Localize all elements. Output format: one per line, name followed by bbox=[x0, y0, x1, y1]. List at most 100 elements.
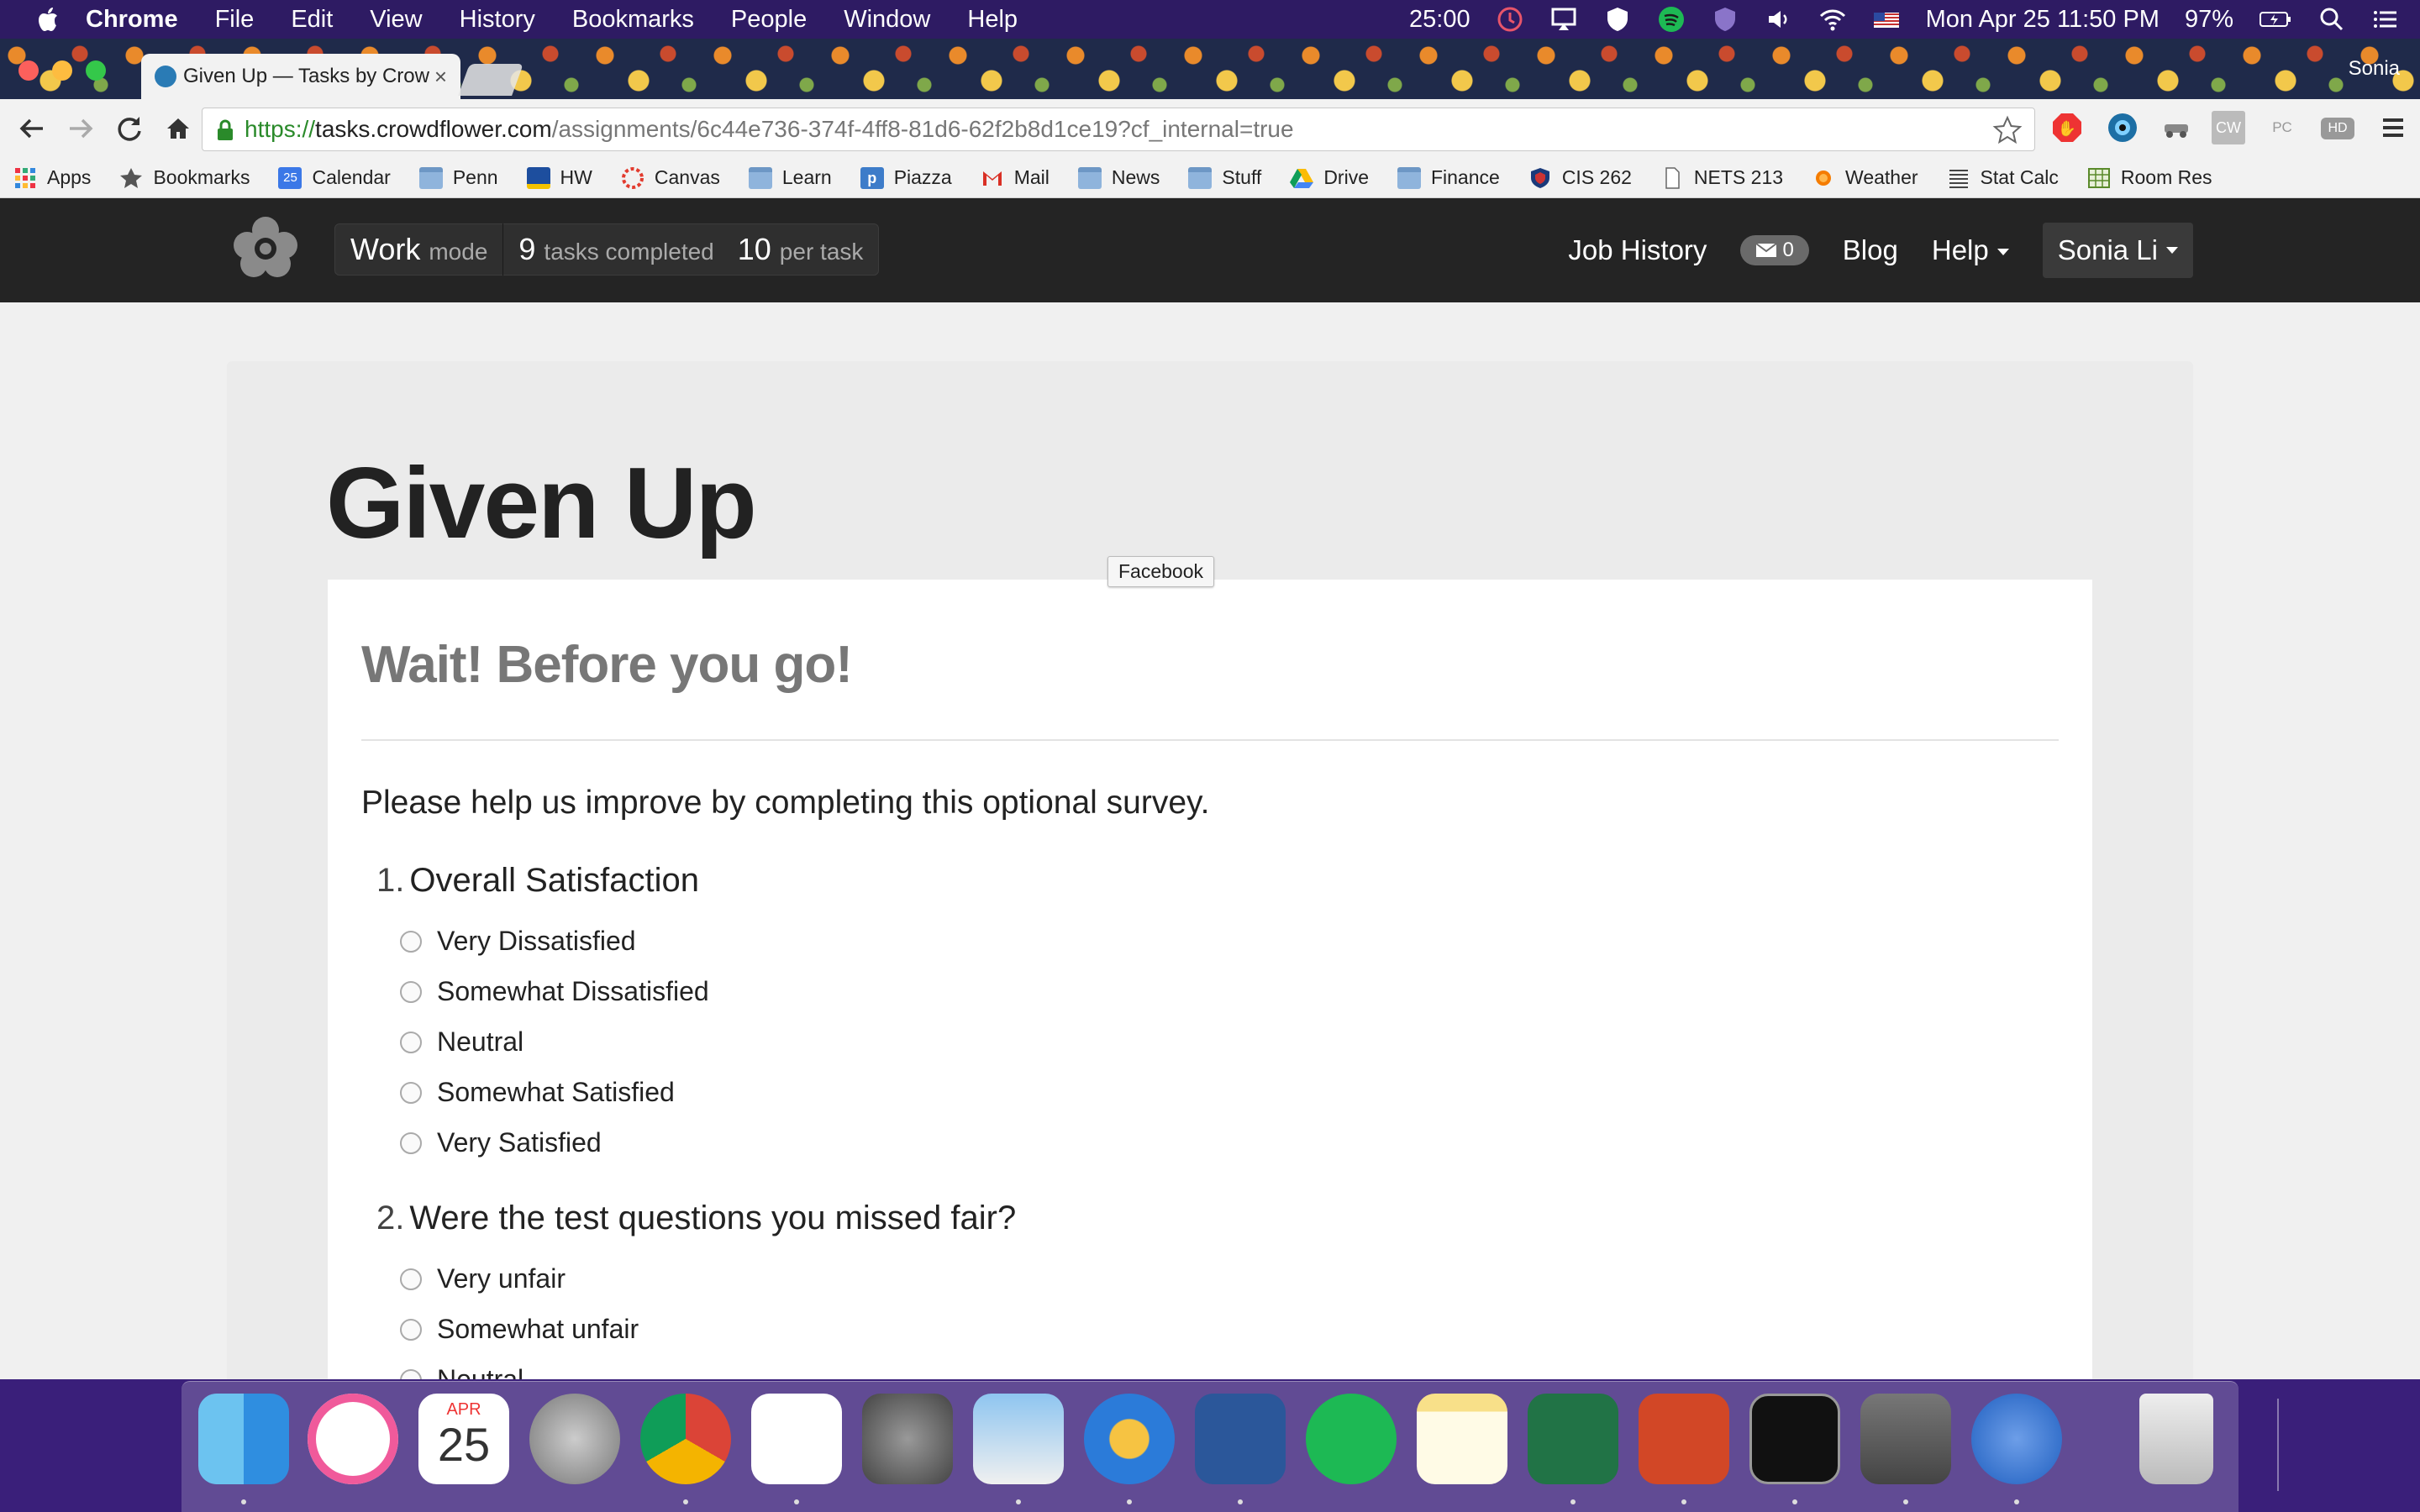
bookmark-folder-finance[interactable]: Finance bbox=[1397, 166, 1500, 189]
r-icon[interactable] bbox=[1971, 1394, 2062, 1484]
bookmark-folder-stuff[interactable]: Stuff bbox=[1188, 166, 1261, 189]
window-close-button[interactable] bbox=[18, 60, 39, 81]
q2-option-very-unfair[interactable]: Very unfair bbox=[400, 1263, 566, 1294]
excel-icon[interactable] bbox=[1528, 1394, 1618, 1484]
menu-bookmarks[interactable]: Bookmarks bbox=[572, 6, 694, 34]
bookmark-nets213[interactable]: NETS 213 bbox=[1660, 166, 1783, 189]
bookmark-folder-learn[interactable]: Learn bbox=[748, 166, 832, 189]
q2-option-neutral[interactable]: Neutral bbox=[400, 1364, 523, 1379]
tab-given-up[interactable]: Given Up — Tasks by Crow × bbox=[141, 54, 460, 99]
preview-icon[interactable] bbox=[973, 1394, 1064, 1484]
bookmark-drive[interactable]: Drive bbox=[1290, 166, 1369, 189]
trash-icon[interactable] bbox=[2139, 1394, 2213, 1484]
menu-history[interactable]: History bbox=[460, 6, 535, 34]
radio-button[interactable] bbox=[400, 1268, 422, 1290]
pc-icon[interactable]: PC bbox=[2265, 111, 2299, 144]
help-menu[interactable]: Help bbox=[1932, 234, 2009, 266]
radio-button[interactable] bbox=[400, 1318, 422, 1341]
window-minimize-button[interactable] bbox=[52, 60, 72, 81]
pomodoro-timer[interactable]: 25:00 bbox=[1409, 6, 1470, 34]
q1-option-neutral[interactable]: Neutral bbox=[400, 1026, 523, 1058]
bookmark-roomres[interactable]: Room Res bbox=[2087, 166, 2212, 189]
spotlight-search-icon[interactable] bbox=[2317, 5, 2346, 34]
messages-badge[interactable]: 0 bbox=[1740, 235, 1809, 265]
radio-button[interactable] bbox=[400, 1368, 422, 1379]
volume-icon[interactable] bbox=[1765, 5, 1793, 34]
calendar-icon[interactable]: APR 25 bbox=[418, 1394, 509, 1484]
radio-button[interactable] bbox=[400, 980, 422, 1003]
finder-icon[interactable] bbox=[198, 1394, 289, 1484]
bookmark-cis262[interactable]: CIS 262 bbox=[1528, 166, 1632, 189]
us-flag-icon[interactable] bbox=[1872, 5, 1901, 34]
blog-link[interactable]: Blog bbox=[1843, 234, 1898, 266]
wifi-icon[interactable] bbox=[1818, 5, 1847, 34]
bookmark-piazza[interactable]: p Piazza bbox=[860, 166, 952, 189]
pages-pen-icon[interactable] bbox=[1084, 1394, 1175, 1484]
system-preferences-icon[interactable] bbox=[862, 1394, 953, 1484]
bookmark-calendar[interactable]: 25 Calendar bbox=[278, 166, 391, 189]
crowdflower-logo-icon[interactable] bbox=[227, 213, 304, 281]
hd-icon[interactable]: HD bbox=[2321, 118, 2354, 139]
q2-option-somewhat-unfair[interactable]: Somewhat unfair bbox=[400, 1314, 639, 1345]
chrome-icon[interactable] bbox=[640, 1394, 731, 1484]
radio-button[interactable] bbox=[400, 1031, 422, 1053]
bookmark-folder-penn[interactable]: Penn bbox=[418, 166, 498, 189]
back-icon[interactable] bbox=[15, 112, 49, 145]
eye-icon[interactable] bbox=[2106, 111, 2139, 144]
q1-option-very-satisfied[interactable]: Very Satisfied bbox=[400, 1127, 602, 1158]
bookmark-mail[interactable]: Mail bbox=[981, 166, 1050, 189]
forward-icon[interactable] bbox=[64, 112, 97, 145]
powerpoint-icon[interactable] bbox=[1639, 1394, 1729, 1484]
menu-window[interactable]: Window bbox=[844, 6, 930, 34]
bookmark-statcalc[interactable]: Stat Calc bbox=[1947, 166, 2059, 189]
bookmark-folder-news[interactable]: News bbox=[1077, 166, 1160, 189]
spotify-icon[interactable] bbox=[1657, 5, 1686, 34]
bookmark-bookmarks[interactable]: Bookmarks bbox=[119, 166, 250, 189]
reminders-icon[interactable] bbox=[751, 1394, 842, 1484]
job-history-link[interactable]: Job History bbox=[1568, 234, 1707, 266]
menu-edit[interactable]: Edit bbox=[291, 6, 333, 34]
battery-charging-icon[interactable] bbox=[2259, 5, 2292, 34]
home-icon[interactable] bbox=[161, 112, 195, 145]
battery-percent[interactable]: 97% bbox=[2185, 6, 2233, 34]
address-bar[interactable]: https:// tasks.crowdflower.com /assignme… bbox=[202, 108, 2035, 151]
itunes-icon[interactable] bbox=[308, 1394, 398, 1484]
menu-view[interactable]: View bbox=[370, 6, 422, 34]
menu-file[interactable]: File bbox=[215, 6, 255, 34]
adblock-icon[interactable]: ✋ bbox=[2050, 111, 2084, 144]
user-menu[interactable]: Sonia Li bbox=[2042, 223, 2193, 278]
clock[interactable]: Mon Apr 25 11:50 PM bbox=[1926, 6, 2160, 34]
new-tab-button[interactable] bbox=[458, 64, 523, 96]
profile-button[interactable]: Sonia bbox=[2349, 57, 2400, 81]
bookmark-weather[interactable]: Weather bbox=[1812, 166, 1918, 189]
menu-help[interactable]: Help bbox=[967, 6, 1018, 34]
chrome-menu-icon[interactable] bbox=[2376, 111, 2410, 144]
timer-icon[interactable] bbox=[1496, 5, 1524, 34]
reload-icon[interactable] bbox=[113, 112, 146, 145]
menu-app-name[interactable]: Chrome bbox=[86, 6, 178, 34]
menu-people[interactable]: People bbox=[731, 6, 807, 34]
airplay-icon[interactable] bbox=[1549, 5, 1578, 34]
q1-option-somewhat-dissatisfied[interactable]: Somewhat Dissatisfied bbox=[400, 976, 709, 1007]
radio-button[interactable] bbox=[400, 1131, 422, 1154]
bookmark-canvas[interactable]: Canvas bbox=[621, 166, 720, 189]
notes-icon[interactable] bbox=[1417, 1394, 1507, 1484]
sublime-icon[interactable] bbox=[1860, 1394, 1951, 1484]
window-zoom-button[interactable] bbox=[86, 60, 106, 81]
notification-center-icon[interactable] bbox=[2371, 5, 2400, 34]
radio-button[interactable] bbox=[400, 930, 422, 953]
apple-icon[interactable] bbox=[32, 3, 66, 36]
q1-option-very-dissatisfied[interactable]: Very Dissatisfied bbox=[400, 926, 636, 957]
car-icon[interactable] bbox=[2160, 111, 2193, 144]
q1-option-somewhat-satisfied[interactable]: Somewhat Satisfied bbox=[400, 1077, 675, 1108]
radio-button[interactable] bbox=[400, 1081, 422, 1104]
shield-vpn-icon[interactable] bbox=[1603, 5, 1632, 34]
privacy-icon[interactable] bbox=[1711, 5, 1739, 34]
bookmark-apps[interactable]: Apps bbox=[13, 166, 91, 189]
lock-icon[interactable] bbox=[216, 118, 234, 142]
terminal-icon[interactable] bbox=[1749, 1394, 1840, 1484]
bookmark-star-icon[interactable] bbox=[1992, 115, 2023, 145]
spotify-icon[interactable] bbox=[1306, 1394, 1397, 1484]
word-icon[interactable] bbox=[1195, 1394, 1286, 1484]
launchpad-icon[interactable] bbox=[529, 1394, 620, 1484]
